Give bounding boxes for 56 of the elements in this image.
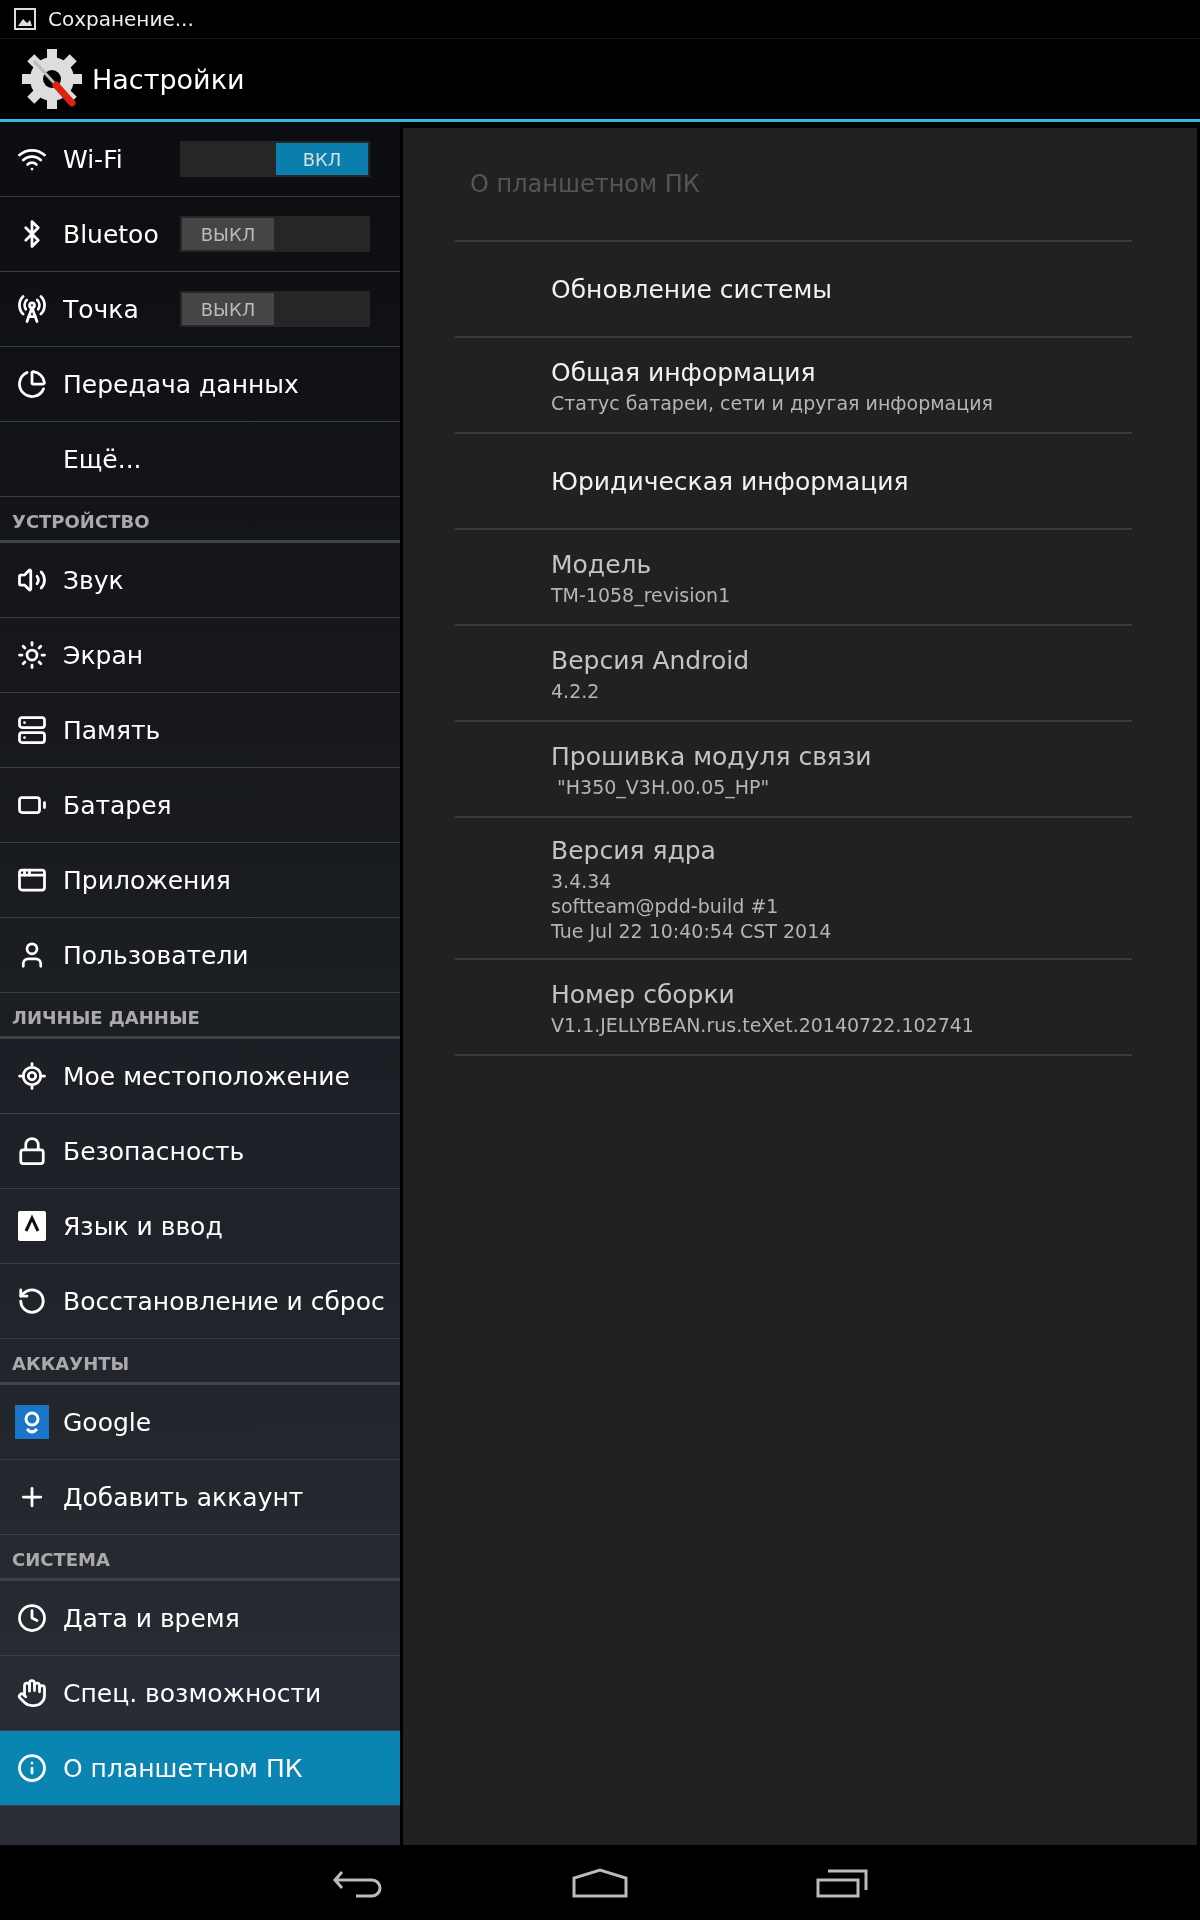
sidebar-item[interactable]: Батарея	[0, 768, 400, 843]
reset-icon	[16, 1286, 47, 1316]
sidebar-item[interactable]: Экран	[0, 618, 400, 693]
sidebar-item[interactable]: Мое местоположение	[0, 1039, 400, 1114]
preference-title[interactable]: Юридическая информация	[551, 466, 1132, 496]
sidebar-item[interactable]: Google	[0, 1385, 400, 1460]
storage-icon	[16, 715, 47, 745]
sidebar-item[interactable]: Пользователи	[0, 918, 400, 993]
sidebar-item[interactable]: О планшетном ПК	[0, 1731, 400, 1806]
preference-summary: 4.2.2	[551, 679, 601, 704]
image-icon	[14, 8, 36, 30]
info-icon	[16, 1753, 47, 1783]
clock-icon	[16, 1603, 47, 1633]
preference-summary: 3.4.34	[551, 869, 613, 894]
preference-summary: Статус батареи, сети и другая информация	[551, 391, 994, 416]
sidebar-item[interactable]: Память	[0, 693, 400, 768]
lock-icon	[16, 1136, 47, 1166]
preference-summary: softteam@pdd-build #1	[551, 894, 780, 919]
sidebar-item[interactable]: Безопасность	[0, 1114, 400, 1189]
toggle-switch[interactable]: ВЫКЛ	[180, 216, 370, 252]
sidebar-item[interactable]: Приложения	[0, 843, 400, 918]
preference-title[interactable]: Обновление системы	[551, 274, 1132, 304]
toggle-switch[interactable]: ВЫКЛ	[180, 291, 370, 327]
location-icon	[16, 1061, 47, 1091]
section-header: СИСТЕМА	[0, 1535, 400, 1581]
sidebar-item[interactable]: Восстановление и сброс	[0, 1264, 400, 1339]
setting-label: Bluetoo	[63, 219, 160, 249]
preference-title: Модель	[551, 550, 653, 579]
sidebar-item[interactable]: Ещё...	[0, 422, 400, 497]
preference-title: Версия ядра	[551, 836, 717, 865]
preference-summary: TM-1058_revision1	[551, 583, 732, 608]
sidebar-item[interactable]: Передача данных	[0, 347, 400, 422]
setting-label: Точка	[63, 294, 140, 324]
preference-title[interactable]: Общая информация	[551, 358, 1132, 387]
sidebar-item[interactable]: Звук	[0, 543, 400, 618]
preference-summary: Tue Jul 22 10:40:54 CST 2014	[551, 919, 833, 944]
account-icon	[14, 1405, 49, 1439]
hand-icon	[16, 1678, 47, 1708]
section-header: АККАУНТЫ	[0, 1339, 400, 1385]
notification-text: Сохранение...	[48, 7, 194, 31]
sidebar-item[interactable]: Добавить аккаунт	[0, 1460, 400, 1535]
preference-title: Номер сборки	[551, 980, 736, 1009]
section-header: ЛИЧНЫЕ ДАННЫЕ	[0, 993, 400, 1039]
settings-icon	[20, 47, 84, 111]
sidebar-item[interactable]: Дата и время	[0, 1581, 400, 1656]
sidebar-item[interactable]: Язык и ввод	[0, 1189, 400, 1264]
preference-summary: V1.1.JELLYBEAN.rus.teXet.20140722.102741	[551, 1013, 975, 1038]
data-usage-icon	[16, 369, 47, 399]
preference-title: Версия Android	[551, 646, 751, 675]
preference-summary: "H350_V3H.00.05_HP"	[556, 775, 771, 800]
app-title: Настройки	[92, 63, 245, 95]
brightness-icon	[16, 640, 47, 670]
setting-label: Wi-Fi	[63, 144, 124, 174]
hotspot-icon	[16, 294, 47, 324]
preference-title: Прошивка модуля связи	[551, 742, 873, 771]
section-header: УСТРОЙСТВО	[0, 497, 400, 543]
